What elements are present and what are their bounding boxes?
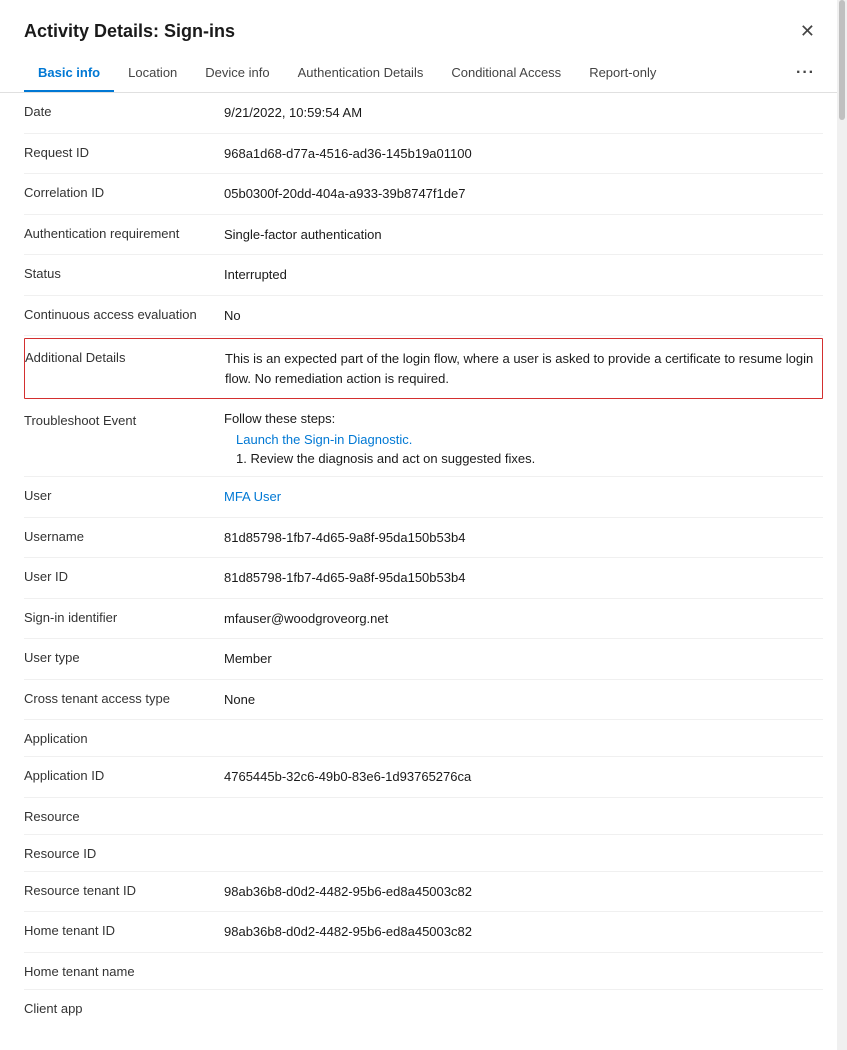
tab-bar: Basic info Location Device info Authenti…	[0, 54, 847, 93]
value-user-id: 81d85798-1fb7-4d65-9a8f-95da150b53b4	[224, 568, 823, 588]
close-button[interactable]: ✕	[792, 18, 823, 44]
label-application-id: Application ID	[24, 767, 224, 783]
label-resource: Resource	[24, 808, 224, 824]
row-client-app: Client app	[24, 990, 823, 1026]
panel-title: Activity Details: Sign-ins	[24, 21, 235, 42]
label-user-type: User type	[24, 649, 224, 665]
activity-details-panel: Activity Details: Sign-ins ✕ Basic info …	[0, 0, 847, 1050]
row-home-tenant-name: Home tenant name	[24, 953, 823, 990]
label-resource-id: Resource ID	[24, 845, 224, 861]
value-status: Interrupted	[224, 265, 823, 285]
tab-conditional-access[interactable]: Conditional Access	[437, 55, 575, 92]
tab-basic-info[interactable]: Basic info	[24, 55, 114, 92]
value-signin-identifier: mfauser@woodgroveorg.net	[224, 609, 823, 629]
label-cross-tenant: Cross tenant access type	[24, 690, 224, 706]
label-date: Date	[24, 103, 224, 119]
label-application: Application	[24, 730, 224, 746]
row-additional-details: Additional Details This is an expected p…	[24, 338, 823, 399]
label-user-id: User ID	[24, 568, 224, 584]
label-cae: Continuous access evaluation	[24, 306, 224, 322]
row-troubleshoot: Troubleshoot Event Follow these steps: L…	[24, 401, 823, 477]
row-resource: Resource	[24, 798, 823, 835]
value-correlation-id: 05b0300f-20dd-404a-a933-39b8747f1de7	[224, 184, 823, 204]
row-date: Date 9/21/2022, 10:59:54 AM	[24, 93, 823, 134]
value-user-type: Member	[224, 649, 823, 669]
row-cross-tenant: Cross tenant access type None	[24, 680, 823, 721]
label-home-tenant-id: Home tenant ID	[24, 922, 224, 938]
troubleshoot-steps: Follow these steps: Launch the Sign-in D…	[224, 411, 823, 466]
row-cae: Continuous access evaluation No	[24, 296, 823, 337]
label-correlation-id: Correlation ID	[24, 184, 224, 200]
label-user: User	[24, 487, 224, 503]
scrollbar[interactable]	[837, 0, 847, 1050]
scrollbar-thumb[interactable]	[839, 0, 845, 120]
value-additional-details: This is an expected part of the login fl…	[225, 349, 822, 388]
troubleshoot-follow-text: Follow these steps:	[224, 411, 823, 426]
row-correlation-id: Correlation ID 05b0300f-20dd-404a-a933-3…	[24, 174, 823, 215]
value-cae: No	[224, 306, 823, 326]
row-request-id: Request ID 968a1d68-d77a-4516-ad36-145b1…	[24, 134, 823, 175]
row-resource-id: Resource ID	[24, 835, 823, 872]
label-signin-identifier: Sign-in identifier	[24, 609, 224, 625]
row-status: Status Interrupted	[24, 255, 823, 296]
panel-content: Date 9/21/2022, 10:59:54 AM Request ID 9…	[0, 93, 847, 1050]
launch-diagnostic-link[interactable]: Launch the Sign-in Diagnostic.	[236, 432, 823, 447]
value-cross-tenant: None	[224, 690, 823, 710]
row-home-tenant-id: Home tenant ID 98ab36b8-d0d2-4482-95b6-e…	[24, 912, 823, 953]
label-additional-details: Additional Details	[25, 349, 225, 365]
troubleshoot-step-1: 1. Review the diagnosis and act on sugge…	[236, 451, 823, 466]
label-status: Status	[24, 265, 224, 281]
row-application: Application	[24, 720, 823, 757]
value-home-tenant-id: 98ab36b8-d0d2-4482-95b6-ed8a45003c82	[224, 922, 823, 942]
label-resource-tenant-id: Resource tenant ID	[24, 882, 224, 898]
value-application-id: 4765445b-32c6-49b0-83e6-1d93765276ca	[224, 767, 823, 787]
row-user: User MFA User	[24, 477, 823, 518]
row-signin-identifier: Sign-in identifier mfauser@woodgroveorg.…	[24, 599, 823, 640]
value-auth-req: Single-factor authentication	[224, 225, 823, 245]
value-request-id: 968a1d68-d77a-4516-ad36-145b19a01100	[224, 144, 823, 164]
tab-device-info[interactable]: Device info	[191, 55, 283, 92]
value-resource-tenant-id: 98ab36b8-d0d2-4482-95b6-ed8a45003c82	[224, 882, 823, 902]
label-auth-req: Authentication requirement	[24, 225, 224, 241]
row-auth-req: Authentication requirement Single-factor…	[24, 215, 823, 256]
panel-header: Activity Details: Sign-ins ✕	[0, 0, 847, 54]
value-username: 81d85798-1fb7-4d65-9a8f-95da150b53b4	[224, 528, 823, 548]
tab-authentication-details[interactable]: Authentication Details	[284, 55, 438, 92]
label-username: Username	[24, 528, 224, 544]
tab-location[interactable]: Location	[114, 55, 191, 92]
row-user-id: User ID 81d85798-1fb7-4d65-9a8f-95da150b…	[24, 558, 823, 599]
row-user-type: User type Member	[24, 639, 823, 680]
value-date: 9/21/2022, 10:59:54 AM	[224, 103, 823, 123]
row-application-id: Application ID 4765445b-32c6-49b0-83e6-1…	[24, 757, 823, 798]
label-client-app: Client app	[24, 1000, 224, 1016]
value-user[interactable]: MFA User	[224, 487, 823, 507]
label-home-tenant-name: Home tenant name	[24, 963, 224, 979]
label-troubleshoot: Troubleshoot Event	[24, 411, 224, 428]
row-username: Username 81d85798-1fb7-4d65-9a8f-95da150…	[24, 518, 823, 559]
row-resource-tenant-id: Resource tenant ID 98ab36b8-d0d2-4482-95…	[24, 872, 823, 913]
tab-more-button[interactable]: ···	[788, 54, 823, 92]
label-request-id: Request ID	[24, 144, 224, 160]
tab-report-only[interactable]: Report-only	[575, 55, 670, 92]
